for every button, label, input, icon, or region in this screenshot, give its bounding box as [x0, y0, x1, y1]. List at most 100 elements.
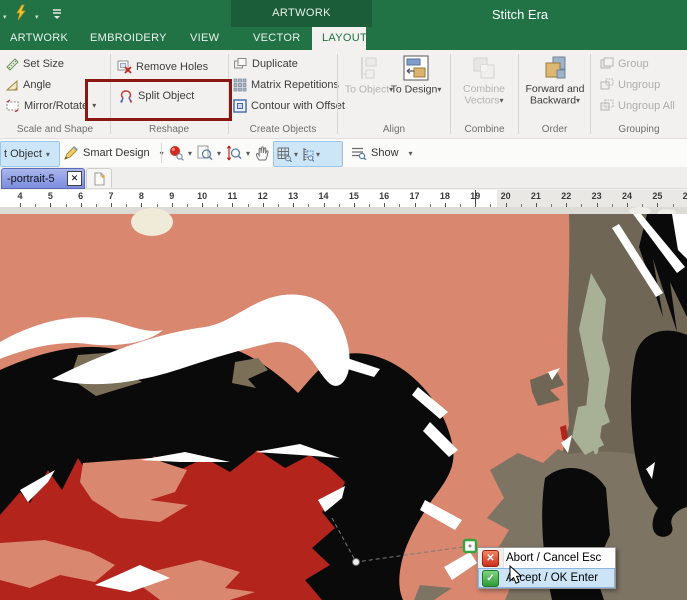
tab-artwork[interactable]: ARTWORK	[0, 27, 78, 50]
ungroup-label: Ungroup	[618, 78, 661, 91]
mirror-rotate-button[interactable]: Mirror/Rotate	[5, 97, 96, 114]
group-separator	[518, 54, 519, 134]
red-ball-magnifier-icon	[170, 146, 184, 161]
artwork-shape	[629, 207, 651, 215]
align-to-object-label: To Object	[344, 83, 390, 96]
ungroup-icon	[600, 78, 614, 90]
zoom-to-object-button[interactable]	[165, 141, 195, 165]
customize-toolbar-icon[interactable]	[52, 7, 62, 25]
group-button[interactable]: Group	[600, 55, 649, 72]
zoom-window-button[interactable]	[194, 141, 224, 165]
ruler-number: 18	[439, 191, 450, 201]
set-size-button[interactable]: Set Size	[5, 55, 64, 72]
group-separator	[228, 54, 229, 134]
new-document-icon	[94, 172, 105, 185]
set-size-label: Set Size	[23, 57, 64, 70]
mouse-cursor	[509, 565, 523, 584]
align-to-object-button[interactable]: To Object	[343, 53, 395, 121]
mirror-rotate-label: Mirror/Rotate	[24, 99, 89, 112]
contextual-tab-group: ARTWORK	[231, 0, 372, 27]
abort-x-icon	[482, 549, 499, 567]
quick-access-dropdown-icon[interactable]	[35, 6, 39, 24]
smart-design-button[interactable]: Smart Design	[60, 141, 167, 165]
menu-item-abort-label: Abort / Cancel Esc	[506, 552, 602, 564]
tab-vector[interactable]: VECTOR	[243, 27, 310, 50]
object-mode-button[interactable]: t Object	[0, 141, 60, 167]
ruler-number: 10	[197, 191, 208, 201]
magnifier-arrows-icon	[226, 145, 242, 161]
ruler-number: 24	[621, 191, 633, 201]
ruler-number: 25	[652, 191, 663, 201]
menu-item-abort[interactable]: Abort / Cancel Esc	[478, 548, 615, 568]
close-document-icon[interactable]	[67, 171, 82, 186]
quick-access-dropdown-icon[interactable]	[3, 6, 7, 24]
align-to-design-button[interactable]: To Design	[390, 53, 442, 121]
design-canvas[interactable]	[0, 207, 687, 600]
forward-and-backward-icon	[545, 56, 566, 79]
new-document-tab[interactable]	[86, 168, 112, 188]
dropdown-caret-icon	[500, 94, 504, 106]
dropdown-caret-icon	[46, 148, 50, 160]
mirror-rotate-icon	[6, 99, 19, 112]
smart-design-label: Smart Design	[83, 147, 150, 159]
ruler-number: 7	[108, 191, 114, 201]
accept-check-icon	[482, 569, 499, 587]
forward-and-backward-button[interactable]: Forward and Backward	[522, 53, 588, 121]
title-bar: ARTWORK Stitch Era ARTWORK EMBROIDERY VI…	[0, 0, 687, 50]
group-separator	[110, 54, 111, 134]
group-label-order: Order	[541, 124, 568, 135]
show-button[interactable]: Show	[348, 141, 416, 165]
ruler-number: 9	[169, 191, 175, 201]
angle-button[interactable]: Angle	[5, 76, 51, 93]
grid-icon[interactable]	[277, 147, 292, 162]
align-to-design-icon	[403, 55, 429, 81]
toolbar: t Object Smart Design Show	[0, 139, 687, 168]
ungroup-all-button[interactable]: Ungroup All	[600, 97, 675, 114]
contour-with-offset-button[interactable]: Contour with Offset	[233, 97, 345, 114]
group-icon	[600, 57, 614, 69]
dropdown-caret-icon[interactable]	[316, 148, 320, 160]
group-label-grouping: Grouping	[618, 124, 660, 135]
lightning-bolt-icon[interactable]	[14, 4, 28, 27]
dropdown-caret-icon	[188, 147, 192, 159]
split-object-button[interactable]: Split Object	[119, 87, 194, 104]
bezier-node-dot	[468, 544, 472, 548]
dropdown-caret-icon	[409, 147, 413, 159]
tab-view[interactable]: VIEW	[180, 27, 229, 50]
matrix-repetitions-button[interactable]: Matrix Repetitions	[233, 76, 339, 93]
tab-embroidery[interactable]: EMBROIDERY	[80, 27, 177, 50]
group-label-align: Align	[382, 124, 406, 135]
remove-holes-button[interactable]: Remove Holes	[117, 58, 208, 75]
duplicate-button[interactable]: Duplicate	[233, 55, 298, 72]
dropdown-caret-icon[interactable]	[294, 148, 298, 160]
document-tab-active[interactable]: -portrait-5	[1, 168, 85, 189]
dropdown-caret-icon	[437, 83, 441, 95]
hand-icon	[255, 145, 269, 160]
ruler-number: 21	[530, 191, 541, 201]
matrix-repetitions-icon	[233, 78, 247, 91]
ruler-number: 20	[500, 191, 511, 201]
contour-with-offset-label: Contour with Offset	[251, 99, 345, 112]
pan-button[interactable]	[251, 141, 274, 165]
set-size-icon	[6, 57, 19, 71]
toolbar-separator	[161, 143, 162, 163]
show-options-icon	[352, 147, 367, 160]
remove-holes-label: Remove Holes	[136, 60, 209, 73]
page-edge-strip	[0, 207, 687, 214]
matrix-repetitions-label: Matrix Repetitions	[251, 78, 340, 91]
group-label-reshape: Reshape	[148, 124, 190, 135]
ungroup-button[interactable]: Ungroup	[600, 76, 660, 93]
pencil-icon	[64, 146, 78, 160]
ruler-number: 19	[470, 191, 481, 201]
zoom-scale-button[interactable]	[223, 141, 253, 165]
ruler-guides-icon[interactable]	[300, 147, 315, 162]
split-object-label: Split Object	[138, 89, 195, 102]
group-label-scale-and-shape: Scale and Shape	[16, 124, 94, 135]
ruler-number: 12	[257, 191, 268, 201]
combine-vectors-button[interactable]: Combine Vectors	[458, 53, 510, 121]
tab-layout[interactable]: LAYOUT	[312, 27, 367, 50]
menu-item-accept[interactable]: Accept / OK Enter	[478, 568, 615, 588]
group-label-text: Group	[618, 57, 649, 70]
dropdown-caret-icon	[217, 147, 221, 159]
bezier-node-handle[interactable]	[352, 558, 360, 566]
